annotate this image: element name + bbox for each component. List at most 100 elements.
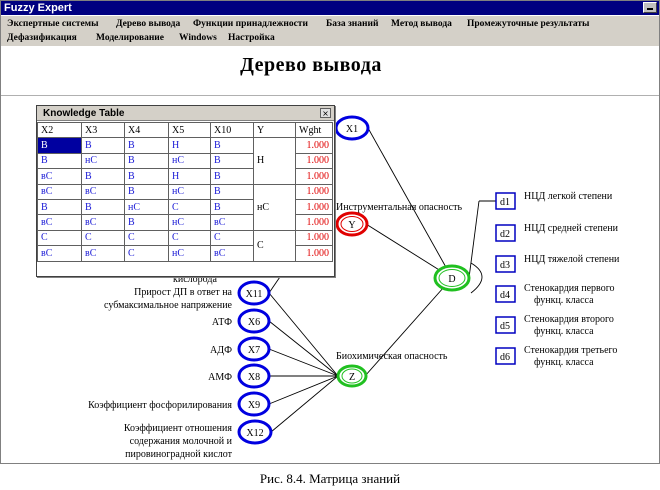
table-row[interactable]: В В В Н В Н 1.000 [37, 137, 333, 185]
node-x7-label: X7 [248, 345, 260, 356]
figure-caption: Рис. 8.4. Матрица знаний [259, 471, 401, 486]
table-cell[interactable]: В [124, 168, 169, 185]
output-d5-label: d5 [500, 321, 510, 332]
output-d2-label: d2 [500, 229, 510, 240]
table-cell[interactable]: В [37, 137, 82, 154]
table-cell[interactable]: В [124, 214, 169, 231]
table-row[interactable]: вС вС В нС В нС 1.000 [37, 183, 333, 231]
output-d5-text-2: функц. класса [534, 326, 594, 337]
label-x11-line1: Прирост ДП в ответ на [134, 287, 232, 298]
app-window: Fuzzy Expert Экспертные системы Дерево в… [0, 0, 660, 464]
label-x11-line2: субмаксимальное напряжение [104, 300, 233, 311]
weight-cell[interactable]: 1.000 [295, 229, 333, 247]
weight-cell[interactable]: 1.000 [295, 168, 333, 185]
output-d5-text-1: Стенокардия второго [524, 314, 614, 325]
table-cell[interactable]: В [37, 198, 82, 216]
knowledge-table: X2 X3 X4 X5 X10 Y Wght В В В Н В Н 1.000… [37, 121, 333, 262]
label-instrumental-danger: Инструментальная опасность [336, 202, 462, 213]
table-cell[interactable]: С [124, 229, 169, 247]
knowledge-table-title: Knowledge Table [43, 108, 125, 119]
table-cell[interactable]: В [37, 152, 82, 170]
output-d4-label: d4 [500, 290, 510, 301]
col-header-y[interactable]: Y [253, 121, 296, 139]
weight-cell[interactable]: 1.000 [295, 198, 333, 216]
table-row[interactable]: С С С С С С 1.000 [37, 229, 333, 262]
table-cell[interactable]: С [37, 229, 82, 247]
table-cell[interactable]: нС [168, 214, 211, 231]
node-x8-label: X8 [248, 372, 260, 383]
table-cell[interactable]: вС [81, 183, 125, 200]
table-cell[interactable]: нС [168, 183, 211, 200]
table-cell[interactable]: вС [37, 183, 82, 200]
node-z-label: Z [349, 372, 355, 383]
table-cell[interactable]: В [210, 198, 254, 216]
col-header-x2[interactable]: X2 [37, 121, 82, 139]
table-cell[interactable]: С [124, 245, 169, 262]
table-cell[interactable]: Н [168, 137, 211, 154]
col-header-x10[interactable]: X10 [210, 121, 254, 139]
label-x12-line2: содержания молочной и [130, 436, 233, 447]
table-cell[interactable]: В [124, 152, 169, 170]
table-cell[interactable]: С [168, 198, 211, 216]
table-cell[interactable]: вС [37, 245, 82, 262]
col-header-wght[interactable]: Wght [295, 121, 333, 139]
table-cell[interactable]: С [168, 229, 211, 247]
table-cell[interactable]: нС [168, 152, 211, 170]
table-cell[interactable]: В [81, 168, 125, 185]
output-d2-text: НЦД средней степени [524, 223, 619, 234]
table-cell[interactable]: вС [37, 214, 82, 231]
label-x12-line3: пировиноградной кислот [125, 449, 232, 460]
table-cell[interactable]: вС [210, 214, 254, 231]
node-x1-label: X1 [346, 124, 358, 135]
table-cell[interactable]: С [81, 229, 125, 247]
table-cell[interactable]: вС [81, 214, 125, 231]
col-header-x5[interactable]: X5 [168, 121, 211, 139]
output-d4-text-1: Стенокардия первого [524, 283, 615, 294]
output-d6-text-2: функц. класса [534, 357, 594, 368]
table-cell[interactable]: вС [37, 168, 82, 185]
close-icon[interactable]: × [320, 108, 331, 118]
col-header-x4[interactable]: X4 [124, 121, 169, 139]
table-cell[interactable]: нС [124, 198, 169, 216]
table-cell[interactable]: В [124, 137, 169, 154]
node-x12-label: X12 [246, 428, 263, 439]
weight-cell[interactable]: 1.000 [295, 245, 333, 262]
table-cell[interactable]: вС [81, 245, 125, 262]
table-cell[interactable]: нС [168, 245, 211, 262]
label-atf: АТФ [212, 317, 232, 328]
node-d-label: D [448, 274, 455, 285]
weight-cell[interactable]: 1.000 [295, 214, 333, 231]
knowledge-table-window: Knowledge Table × X2 X3 X4 X5 X10 Y Wght [36, 105, 335, 277]
label-adf: АДФ [210, 345, 232, 356]
weight-cell[interactable]: 1.000 [295, 152, 333, 170]
table-cell[interactable]: вС [210, 245, 254, 262]
table-cell[interactable]: В [124, 183, 169, 200]
table-cell[interactable]: С [210, 229, 254, 247]
weight-cell[interactable]: 1.000 [295, 183, 333, 200]
output-d4-text-2: функц. класса [534, 295, 594, 306]
node-x11-label: X11 [246, 289, 263, 300]
table-cell[interactable]: В [210, 137, 254, 154]
output-d6-text-1: Стенокардия третьего [524, 345, 617, 356]
y-group-cell[interactable]: нС [253, 183, 296, 231]
weight-cell[interactable]: 1.000 [295, 137, 333, 154]
y-group-cell[interactable]: С [253, 229, 296, 262]
output-d3-text: НЦД тяжелой степени [524, 254, 620, 265]
output-d1-text: НЦД легкой степени [524, 191, 613, 202]
label-biochemical-danger: Биохимическая опасность [336, 351, 448, 362]
label-amf: АМФ [208, 372, 232, 383]
table-cell[interactable]: Н [168, 168, 211, 185]
table-cell[interactable]: В [210, 183, 254, 200]
table-cell[interactable]: В [81, 137, 125, 154]
output-d1-label: d1 [500, 197, 510, 208]
table-cell[interactable]: В [210, 152, 254, 170]
table-cell[interactable]: нС [81, 152, 125, 170]
output-d6-label: d6 [500, 352, 510, 363]
label-x9: Коэффициент фосфорилирования [88, 400, 232, 411]
knowledge-table-titlebar[interactable]: Knowledge Table × [37, 106, 334, 121]
table-cell[interactable]: В [210, 168, 254, 185]
y-group-cell[interactable]: Н [253, 137, 296, 185]
col-header-x3[interactable]: X3 [81, 121, 125, 139]
table-cell[interactable]: В [81, 198, 125, 216]
node-x9-label: X9 [248, 400, 260, 411]
